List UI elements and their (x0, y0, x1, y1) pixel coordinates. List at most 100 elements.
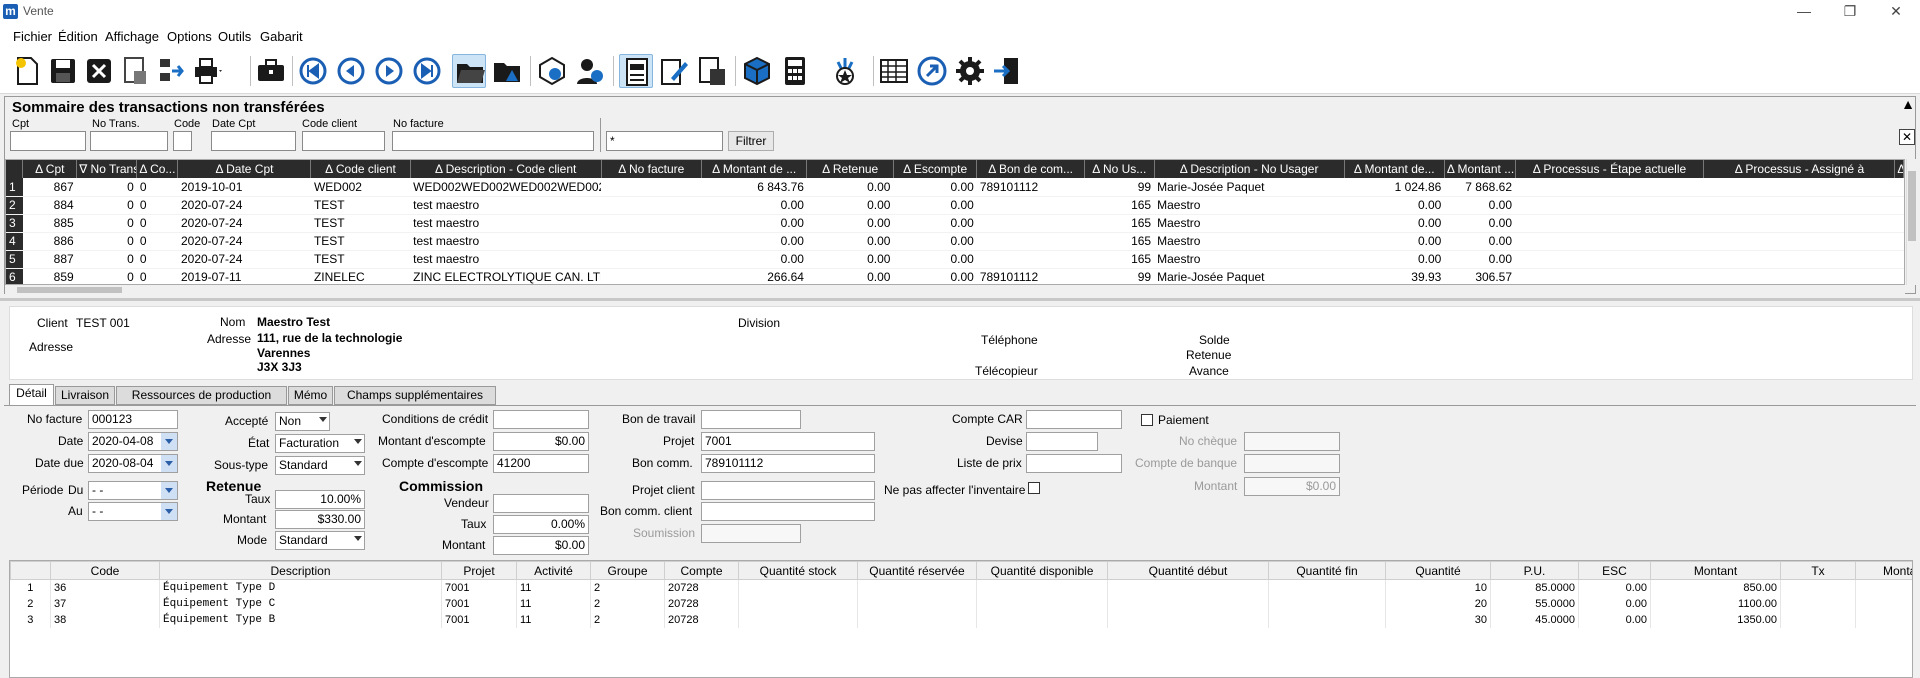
line-cell[interactable]: 10 (1385, 579, 1491, 596)
transfer-icon[interactable] (154, 54, 188, 88)
new-icon[interactable] (10, 54, 44, 88)
table-add-icon[interactable] (877, 54, 911, 88)
line-cell[interactable] (1780, 611, 1856, 628)
line-cell[interactable]: 7001 (441, 595, 517, 612)
tab-livraison[interactable]: Livraison (55, 386, 115, 405)
line-number[interactable]: 1 (10, 579, 51, 596)
projet-client-input[interactable] (701, 481, 875, 500)
line-cell[interactable]: 55.0000 (1490, 595, 1579, 612)
lines-col-esc[interactable]: ESC (1578, 561, 1651, 580)
col-description-client[interactable]: Δ Description - Code client (410, 160, 602, 178)
user-search-icon[interactable] (573, 54, 607, 88)
liste-prix-input[interactable] (1026, 454, 1122, 473)
search-input[interactable]: * (606, 131, 723, 151)
line-cell[interactable]: 7001 (441, 579, 517, 596)
line-cell[interactable] (1268, 579, 1386, 596)
menu-outils[interactable]: Outils (218, 29, 251, 44)
compte-car-input[interactable] (1026, 410, 1122, 429)
folder-warning-icon[interactable] (490, 54, 524, 88)
lines-col-compte[interactable]: Compte (664, 561, 739, 580)
briefcase-icon[interactable] (254, 54, 288, 88)
lines-col-tx[interactable]: Tx (1780, 561, 1856, 580)
comm-taux-input[interactable]: 0.00% (493, 515, 589, 534)
line-cell[interactable] (738, 579, 858, 596)
splitter[interactable] (0, 298, 1920, 301)
projet-input[interactable]: 7001 (701, 432, 875, 451)
lines-col-quantite-stock[interactable]: Quantité stock (738, 561, 858, 580)
col-escompte[interactable]: Δ Escompte (893, 160, 978, 178)
filter-cpt-input[interactable] (10, 131, 86, 151)
save-icon[interactable] (46, 54, 80, 88)
gear-box-icon[interactable] (535, 54, 569, 88)
table-row[interactable]: 4 886 0 0 2020-07-24 TEST test maestro 0.00 0.00… (6, 232, 1904, 251)
no-facture-input[interactable]: 000123 (88, 410, 178, 429)
line-cell[interactable]: 45.0000 (1490, 611, 1579, 628)
filter-no-facture-input[interactable] (392, 131, 594, 151)
compte-banque-input[interactable] (1244, 454, 1340, 473)
accepte-select[interactable]: Non (275, 412, 330, 431)
col-date-cpt[interactable]: Δ Date Cpt (177, 160, 312, 178)
calculator-doc-icon[interactable] (118, 54, 152, 88)
restore-icon[interactable]: ❐ (1827, 0, 1873, 24)
col-montant-de[interactable]: Δ Montant de ... (701, 160, 808, 178)
line-cell[interactable] (1855, 595, 1912, 612)
cube-icon[interactable] (740, 54, 774, 88)
table-row[interactable]: 5 887 0 0 2020-07-24 TEST test maestro 0.00 0.00… (6, 250, 1904, 269)
comm-montant-input[interactable]: $0.00 (493, 536, 589, 555)
lines-col-pu[interactable]: P.U. (1490, 561, 1579, 580)
calendar-dropdown-icon[interactable] (161, 482, 177, 499)
calendar-dropdown-icon[interactable] (161, 455, 177, 472)
line-cell[interactable]: Équipement Type B (159, 611, 442, 628)
line-cell[interactable]: 30 (1385, 611, 1491, 628)
lines-col-quantite-reservee[interactable]: Quantité réservée (857, 561, 977, 580)
tab-champs[interactable]: Champs supplémentaires (334, 386, 496, 405)
lines-col-projet[interactable]: Projet (441, 561, 517, 580)
col-code-client[interactable]: Δ Code client (310, 160, 411, 178)
menu-affichage[interactable]: Affichage (105, 29, 159, 44)
tab-ressources[interactable]: Ressources de production (116, 386, 287, 405)
line-cell[interactable] (738, 595, 858, 612)
row-number[interactable]: 2 (6, 196, 23, 215)
menu-edition[interactable]: Édition (58, 29, 98, 44)
lines-col-groupe[interactable]: Groupe (590, 561, 665, 580)
line-cell[interactable]: 2 (590, 611, 665, 628)
col-processus-etape[interactable]: Δ Processus - Étape actuelle (1515, 160, 1705, 178)
line-cell[interactable]: 0.00 (1578, 595, 1651, 612)
lines-col-code[interactable]: Code (50, 561, 160, 580)
next-icon[interactable] (372, 54, 406, 88)
filter-code-client-input[interactable] (302, 131, 385, 151)
grid-horizontal-scrollbar[interactable] (5, 285, 1905, 295)
tab-detail[interactable]: Détail (9, 384, 54, 405)
line-cell[interactable] (1855, 579, 1912, 596)
col-montant[interactable]: Δ Montant ... (1444, 160, 1516, 178)
first-icon[interactable] (296, 54, 330, 88)
sous-type-select[interactable]: Standard (275, 456, 365, 475)
open-folder-icon[interactable] (452, 54, 486, 88)
line-cell[interactable]: Équipement Type C (159, 595, 442, 612)
menu-options[interactable]: Options (167, 29, 212, 44)
montant-escompte-input[interactable]: $0.00 (493, 432, 589, 451)
calculator-grid-icon[interactable] (695, 54, 729, 88)
delete-icon[interactable] (82, 54, 116, 88)
col-processus-assigne[interactable]: Δ Processus - Assigné à (1703, 160, 1896, 178)
line-cell[interactable] (857, 579, 977, 596)
close-panel-icon[interactable]: ✕ (1899, 129, 1915, 145)
soumission-input[interactable] (701, 524, 801, 543)
line-cell[interactable]: 11 (516, 611, 591, 628)
line-cell[interactable]: 85.0000 (1490, 579, 1579, 596)
etat-select[interactable]: Facturation (275, 434, 365, 453)
ne-pas-affecter-checkbox[interactable] (1028, 482, 1040, 494)
line-cell[interactable] (1107, 595, 1269, 612)
line-cell[interactable] (976, 611, 1108, 628)
line-cell[interactable]: 20728 (664, 611, 739, 628)
filter-button[interactable]: Filtrer (728, 131, 774, 151)
line-cell[interactable]: 20728 (664, 595, 739, 612)
col-description-usager[interactable]: Δ Description - No Usager (1154, 160, 1345, 178)
lines-col-activite[interactable]: Activité (516, 561, 591, 580)
montant-input[interactable]: $330.00 (275, 510, 365, 529)
bon-comm-client-input[interactable] (701, 502, 875, 521)
row-number[interactable]: 5 (6, 250, 23, 269)
line-cell[interactable]: 11 (516, 595, 591, 612)
periode-au-picker[interactable]: - - (88, 502, 178, 521)
line-cell[interactable] (1268, 595, 1386, 612)
